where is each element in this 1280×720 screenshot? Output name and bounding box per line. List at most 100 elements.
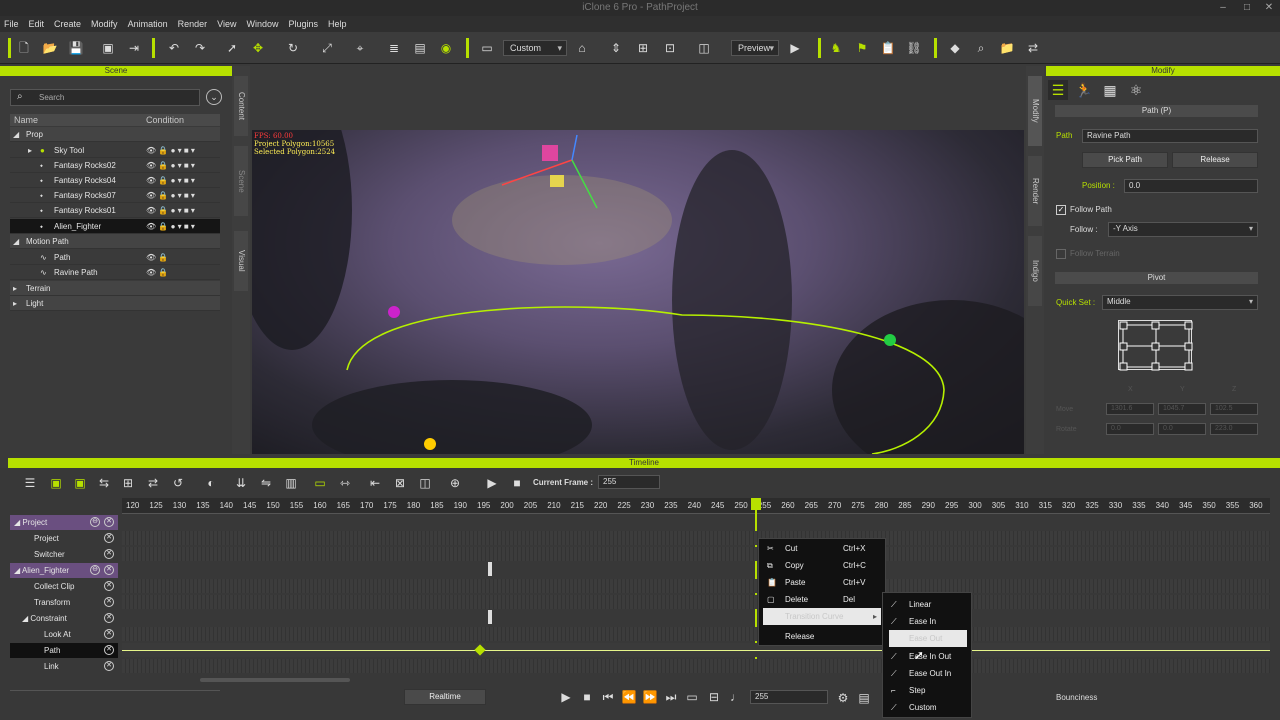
fit-range-icon[interactable]: ⇿: [337, 475, 353, 491]
tab-indigo[interactable]: Indigo: [1028, 236, 1042, 306]
tab-visual[interactable]: Visual: [234, 231, 248, 291]
tree-item-path[interactable]: ∿ Path 👁 🔒: [10, 250, 220, 265]
folder-export-icon[interactable]: 📁: [999, 40, 1015, 56]
tree-group-light[interactable]: ▸ Light: [10, 296, 220, 311]
filter-icon[interactable]: ⌄: [206, 89, 222, 105]
tab-content[interactable]: Content: [234, 76, 248, 136]
sample-icon[interactable]: ⇋: [258, 475, 274, 491]
follow-path-checkbox[interactable]: ✓: [1056, 205, 1066, 215]
new-file-icon[interactable]: 🗋: [16, 40, 32, 56]
align-icon[interactable]: ≣: [386, 40, 402, 56]
tab-scene[interactable]: Scene: [234, 146, 248, 216]
view-cube-icon[interactable]: ◫: [696, 40, 712, 56]
3d-viewport[interactable]: FPS: 60.00 Project Polygon:10565 Selecte…: [252, 130, 1024, 454]
menu-render[interactable]: Render: [178, 19, 208, 29]
show-tracks-icon[interactable]: ▣: [72, 475, 88, 491]
keyframe-icon[interactable]: ◆: [947, 40, 963, 56]
stop-small-icon[interactable]: ■: [509, 475, 525, 491]
checker-texture-icon[interactable]: ▦: [1100, 80, 1120, 100]
frame-spinbox[interactable]: 255: [750, 690, 828, 704]
track-close-icon[interactable]: ✕: [104, 533, 114, 543]
menu-item-cut[interactable]: ✂ Cut Ctrl+X: [759, 540, 885, 557]
sync-icon[interactable]: ⇄: [1025, 40, 1041, 56]
zoom-timeline-icon[interactable]: ⊕: [447, 475, 463, 491]
playhead-handle[interactable]: [751, 498, 761, 510]
tree-item-fantasy-rocks07[interactable]: ⬩ Fantasy Rocks07 👁 🔒 ● ▾ ■ ▾: [10, 188, 220, 203]
menu-create[interactable]: Create: [54, 19, 81, 29]
position-field[interactable]: 0.0: [1124, 179, 1258, 193]
pivot-section-header[interactable]: Pivot: [1055, 272, 1258, 284]
loop-toggle-icon[interactable]: ▭: [684, 689, 700, 705]
path-section-header[interactable]: Path (P): [1055, 105, 1258, 117]
insert-key-icon[interactable]: ⊞: [120, 475, 136, 491]
camera-combo[interactable]: Custom: [503, 40, 567, 56]
track-project-group[interactable]: ◢ Project ⊖ ✕: [10, 515, 118, 530]
tab-modify[interactable]: Modify: [1028, 76, 1042, 146]
follow-terrain-checkbox[interactable]: [1056, 249, 1066, 259]
tree-group-motion-path[interactable]: ◢ Motion Path: [10, 234, 220, 249]
set-start-icon[interactable]: ⇤: [367, 475, 383, 491]
tab-render[interactable]: Render: [1028, 156, 1042, 226]
reset-icon[interactable]: ↺: [170, 475, 186, 491]
track-path[interactable]: Path ✕: [10, 643, 118, 658]
character-icon[interactable]: ♞: [828, 40, 844, 56]
save-icon[interactable]: 💾: [68, 40, 84, 56]
submenu-custom[interactable]: ⟋ Custom: [883, 699, 971, 716]
settings-gear-icon[interactable]: ⚙: [835, 690, 851, 706]
redo-icon[interactable]: ↷: [192, 40, 208, 56]
menu-view[interactable]: View: [217, 19, 236, 29]
screen-icon[interactable]: ⊟: [706, 689, 722, 705]
track-lane[interactable]: [122, 595, 1270, 609]
current-frame-field[interactable]: 255: [598, 475, 660, 489]
path-field[interactable]: Ravine Path: [1082, 129, 1258, 143]
track-close-icon[interactable]: ✕: [104, 613, 114, 623]
submenu-ease-in[interactable]: ⟋ Ease In: [883, 613, 971, 630]
flag-icon[interactable]: ⚑: [854, 40, 870, 56]
column-name[interactable]: Name: [14, 115, 38, 125]
settings-sliders-icon[interactable]: ☰: [1048, 80, 1068, 100]
track-link[interactable]: Link ✕: [10, 659, 118, 674]
zoom-icon[interactable]: ⌕: [973, 40, 989, 56]
tree-item-alien-fighter[interactable]: ⬩ Alien_Fighter 👁 🔒 ● ▾ ■ ▾: [10, 219, 220, 234]
home-camera-icon[interactable]: ⌂: [574, 40, 590, 56]
maximize-button[interactable]: □: [1236, 0, 1258, 16]
track-lane[interactable]: [122, 531, 1270, 545]
track-transform[interactable]: Transform ✕: [10, 595, 118, 610]
range-icon[interactable]: ▭: [312, 475, 328, 491]
search-input[interactable]: ⌕ Search: [10, 89, 200, 106]
column-condition[interactable]: Condition: [146, 115, 184, 125]
tree-item-fantasy-rocks04[interactable]: ⬩ Fantasy Rocks04 👁 🔒 ● ▾ ■ ▾: [10, 173, 220, 188]
track-close-icon[interactable]: ✕: [104, 517, 114, 527]
menu-window[interactable]: Window: [246, 19, 278, 29]
link-icon[interactable]: ⛓: [906, 40, 922, 56]
track-close-icon[interactable]: ✕: [104, 645, 114, 655]
motion-figure-icon[interactable]: 🏃: [1074, 80, 1094, 100]
submenu-linear[interactable]: ⟋ Linear: [883, 596, 971, 613]
pivot-grid[interactable]: [1118, 320, 1193, 371]
stop-icon[interactable]: ■: [579, 689, 595, 705]
track-lane[interactable]: [122, 627, 1270, 641]
tree-group-terrain[interactable]: ▸ Terrain: [10, 281, 220, 296]
go-to-start-icon[interactable]: ⏮: [600, 689, 616, 705]
zoom-extents-icon[interactable]: ⇕: [608, 40, 624, 56]
track-look-at[interactable]: Look At ✕: [10, 627, 118, 642]
menu-help[interactable]: Help: [328, 19, 347, 29]
close-button[interactable]: ✕: [1258, 0, 1280, 16]
tree-group-prop[interactable]: ◢ Prop: [10, 127, 220, 142]
track-close-icon[interactable]: ✕: [104, 661, 114, 671]
track-close-icon[interactable]: ✕: [104, 565, 114, 575]
move-icon[interactable]: ✥: [250, 40, 266, 56]
clipboard-icon[interactable]: 📋: [880, 40, 896, 56]
play-icon[interactable]: ▶: [558, 689, 574, 705]
menu-animation[interactable]: Animation: [128, 19, 168, 29]
menu-item-paste[interactable]: 📋 Paste Ctrl+V: [759, 574, 885, 591]
track-lane[interactable]: [122, 579, 1270, 593]
track-project[interactable]: Project ✕: [10, 531, 118, 546]
tree-item-fantasy-rocks01[interactable]: ⬩ Fantasy Rocks01 👁 🔒 ● ▾ ■ ▾: [10, 203, 220, 218]
scale-icon[interactable]: ⤢: [319, 40, 335, 56]
audio-icon[interactable]: ♩: [728, 689, 744, 705]
tree-item-fantasy-rocks02[interactable]: ⬩ Fantasy Rocks02 👁 🔒 ● ▾ ■ ▾: [10, 158, 220, 173]
track-collapse-icon[interactable]: ⊖: [90, 517, 100, 527]
keyframe-marker[interactable]: [488, 562, 492, 576]
pick-path-button[interactable]: Pick Path: [1082, 152, 1168, 168]
